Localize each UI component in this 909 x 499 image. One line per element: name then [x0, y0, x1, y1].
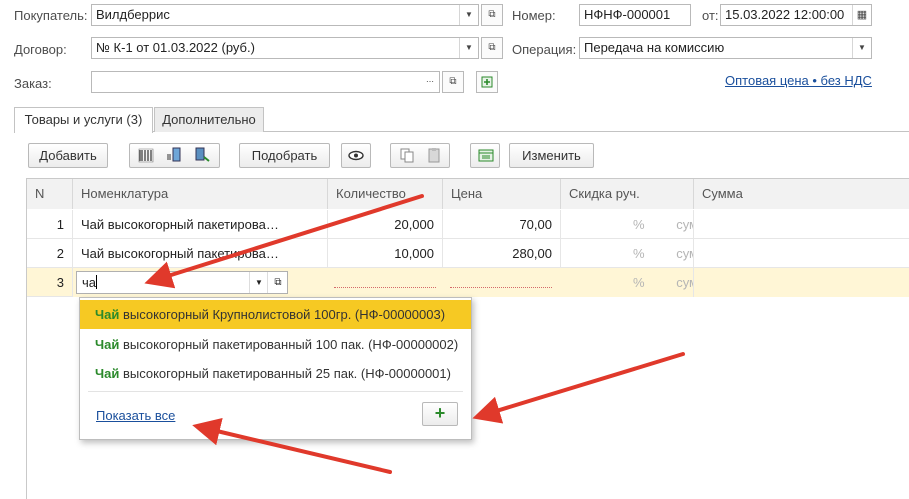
arrow-to-create-button: [472, 352, 685, 424]
arrow-to-input: [144, 194, 424, 289]
arrow-to-show-all: [192, 417, 392, 474]
annotation-arrows: [144, 194, 685, 474]
